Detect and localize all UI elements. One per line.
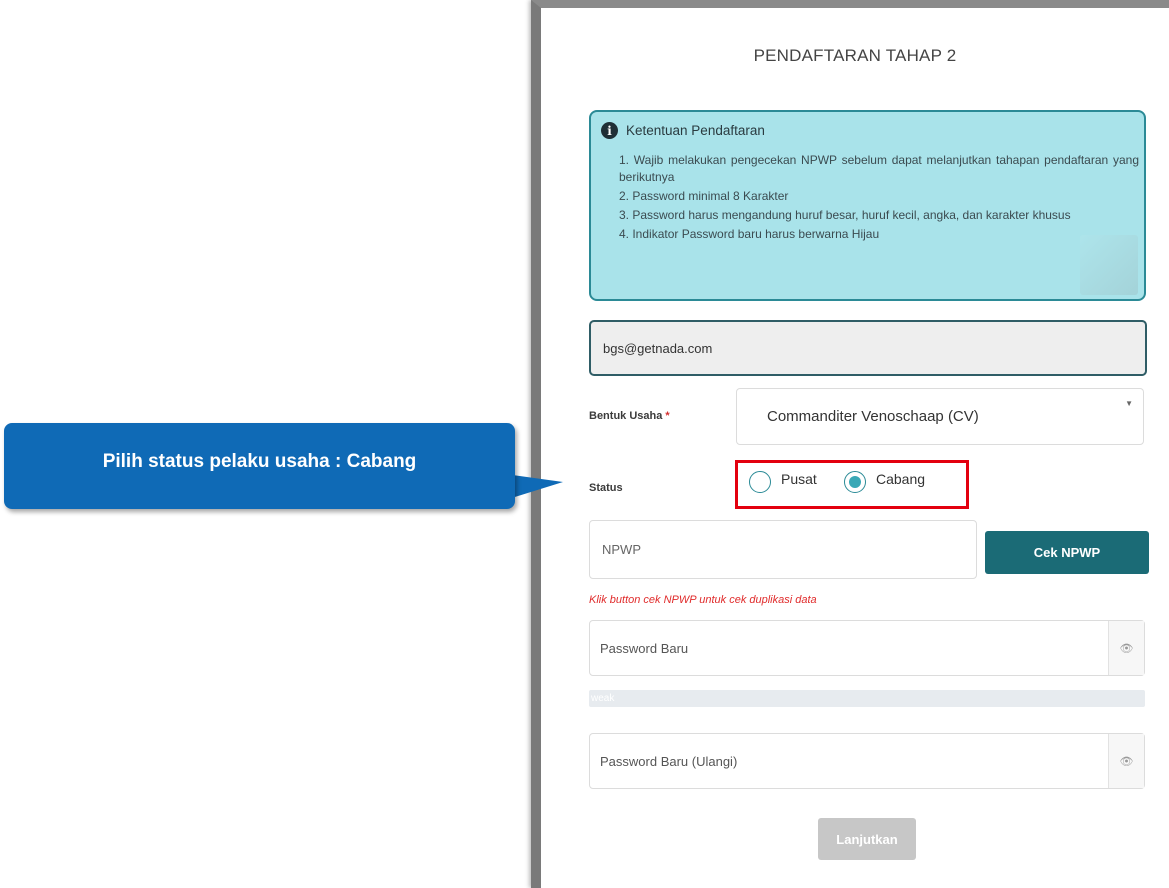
password-repeat-field[interactable]: Password Baru (Ulangi) 👁 [589,733,1145,789]
password-strength-bar: weak [589,690,1145,707]
password-repeat-placeholder: Password Baru (Ulangi) [600,753,738,769]
npwp-hint: Klik button cek NPWP untuk cek duplikasi… [589,594,817,606]
password-placeholder: Password Baru [600,640,689,656]
info-item: 2. Password minimal 8 Karakter [619,189,789,203]
radio-label: Pusat [781,471,817,487]
registration-panel: PENDAFTARAN TAHAP 2 i Ketentuan Pendafta… [531,0,1169,888]
eye-icon[interactable]: 👁 [1108,621,1144,675]
info-header: i Ketentuan Pendaftaran [601,122,765,139]
info-list: 1. Wajib melakukan pengecekan NPWP sebel… [619,152,1139,245]
eye-icon[interactable]: 👁 [1108,734,1144,788]
bentuk-usaha-selected: Commanditer Venoschaap (CV) [767,408,979,425]
npwp-input[interactable]: NPWP [589,520,977,579]
password-field[interactable]: Password Baru 👁 [589,620,1145,676]
radio-label: Cabang [876,471,926,487]
radio-pusat[interactable]: Pusat [749,471,817,493]
callout-box: Pilih status pelaku usaha : Cabang [4,423,515,509]
building-watermark [1080,235,1138,295]
info-box: i Ketentuan Pendaftaran 1. Wajib melakuk… [589,110,1146,301]
status-label: Status [589,482,623,494]
caret-down-icon: ▼ [1125,399,1133,408]
callout-text: Pilih status pelaku usaha : Cabang [102,451,417,472]
npwp-placeholder: NPWP [602,542,641,557]
required-mark: * [665,410,670,422]
radio-cabang[interactable]: Cabang [844,471,925,493]
page-title: PENDAFTARAN TAHAP 2 [753,46,957,65]
strength-label: weak [591,693,615,704]
email-field[interactable]: bgs@getnada.com [589,320,1147,376]
lanjutkan-button[interactable]: Lanjutkan [818,818,916,860]
bentuk-usaha-select[interactable]: Commanditer Venoschaap (CV) ▼ [736,388,1144,445]
cek-npwp-button[interactable]: Cek NPWP [985,531,1149,574]
bentuk-usaha-label: Bentuk Usaha * [589,410,670,422]
info-title: Ketentuan Pendaftaran [626,123,765,138]
email-value: bgs@getnada.com [603,340,713,356]
info-item: 4. Indikator Password baru harus berwarn… [619,227,880,241]
info-item: 3. Password harus mengandung huruf besar… [619,208,1071,222]
radio-checked-icon[interactable] [844,471,866,493]
info-icon: i [601,122,618,139]
radio-circle-icon[interactable] [749,471,771,493]
info-item: 1. Wajib melakukan pengecekan NPWP sebel… [619,153,1139,184]
